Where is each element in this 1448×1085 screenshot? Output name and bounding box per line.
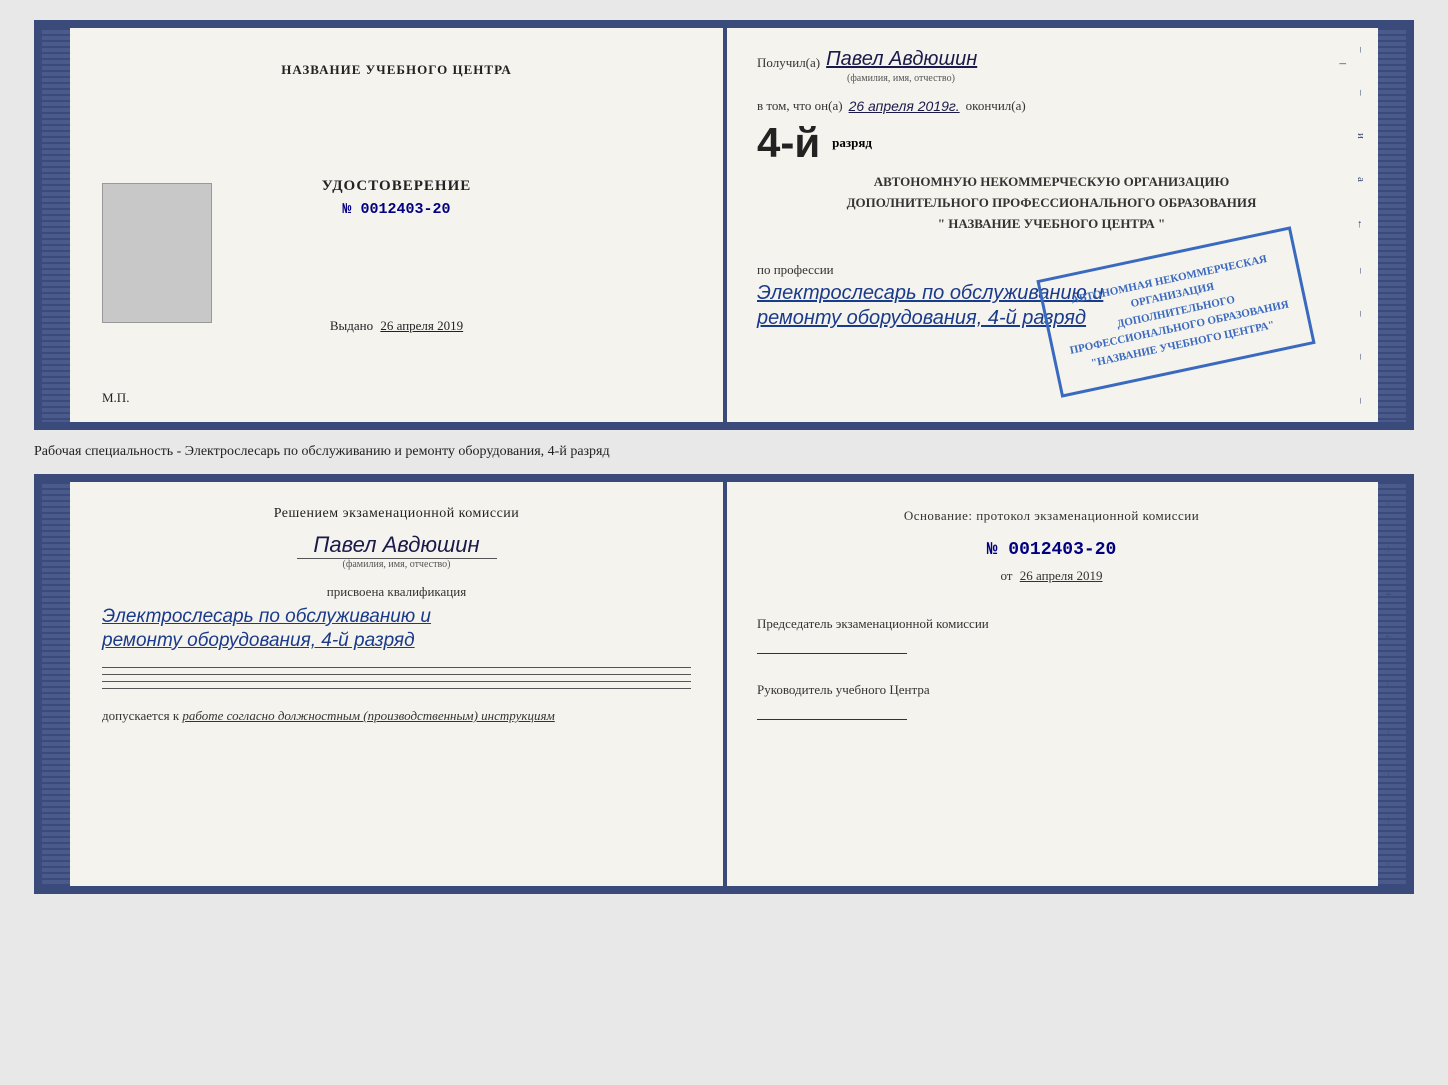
osnov-number: № 0012403-20 — [757, 540, 1346, 560]
recipient-name-bottom: Павел Авдюшин — [102, 532, 691, 558]
right-bars-bottom: – – и а ← – – – – — [1380, 482, 1398, 886]
komissia-title: Решением экзаменационной комиссии — [102, 506, 691, 522]
right-bars-top: – – и а ← – – – – — [1352, 28, 1370, 422]
osnovanie-label: Основание: протокол экзаменационной коми… — [757, 506, 1346, 526]
rukovoditel-block: Руководитель учебного Центра — [757, 682, 1346, 732]
rank-number: 4-й — [757, 122, 820, 164]
doc-number-top: № 0012403-20 — [322, 201, 472, 218]
org-line1: АВТОНОМНУЮ НЕКОММЕРЧЕСКУЮ ОРГАНИЗАЦИЮ — [757, 172, 1346, 193]
rank-org-block: 4-й разряд АВТОНОМНУЮ НЕКОММЕРЧЕСКУЮ ОРГ… — [757, 122, 1346, 242]
document-container: НАЗВАНИЕ УЧЕБНОГО ЦЕНТРА УДОСТОВЕРЕНИЕ №… — [34, 20, 1414, 894]
org-line2: ДОПОЛНИТЕЛЬНОГО ПРОФЕССИОНАЛЬНОГО ОБРАЗО… — [757, 193, 1346, 214]
top-right-panel: Получил(а) Павел Авдюшин – (фамилия, имя… — [725, 28, 1378, 422]
profession-line2-top: ремонту оборудования, 4-й разряд — [757, 307, 1346, 330]
spine-right — [1378, 28, 1406, 422]
dopuskaetsya-block: допускается к работе согласно должностны… — [102, 708, 691, 724]
predsedatel-label: Председатель экзаменационной комиссии — [757, 616, 1346, 632]
blank-line-3 — [102, 681, 691, 682]
top-document: НАЗВАНИЕ УЧЕБНОГО ЦЕНТРА УДОСТОВЕРЕНИЕ №… — [34, 20, 1414, 430]
org-line3: " НАЗВАНИЕ УЧЕБНОГО ЦЕНТРА " — [757, 214, 1346, 235]
bottom-document: Решением экзаменационной комиссии Павел … — [34, 474, 1414, 894]
photo-placeholder — [102, 183, 212, 323]
blank-line-4 — [102, 688, 691, 689]
ot-date: 26 апреля 2019 — [1020, 568, 1103, 583]
name-sublabel-top: (фамилия, имя, отчество) — [847, 73, 1346, 84]
profession-line1-top: Электрослесарь по обслуживанию и — [757, 282, 1346, 305]
left-content: НАЗВАНИЕ УЧЕБНОГО ЦЕНТРА УДОСТОВЕРЕНИЕ №… — [102, 62, 691, 334]
okoncil-label: окончил(а) — [966, 98, 1026, 114]
rank-suffix: разряд — [832, 135, 872, 151]
bottom-name-block: Павел Авдюшин (фамилия, имя, отчество) — [102, 532, 691, 570]
middle-text: Рабочая специальность - Электрослесарь п… — [34, 440, 1414, 464]
bottom-left-panel: Решением экзаменационной комиссии Павел … — [70, 482, 725, 886]
bottom-right-panel: Основание: протокол экзаменационной коми… — [725, 482, 1378, 886]
qualification-line1: Электрослесарь по обслуживанию и — [102, 606, 691, 628]
poluchil-prefix: Получил(а) — [757, 55, 820, 71]
blank-line-1 — [102, 667, 691, 668]
rukovoditel-label: Руководитель учебного Центра — [757, 682, 1346, 698]
predsedatel-signature-line — [757, 636, 907, 654]
spine-left-bottom — [42, 482, 70, 886]
recipient-name-top: Павел Авдюшин — [826, 48, 977, 71]
ot-line: от 26 апреля 2019 — [757, 568, 1346, 584]
mp-label: М.П. — [102, 390, 129, 406]
vtom-date: 26 апреля 2019г. — [849, 98, 960, 114]
spine-left — [42, 28, 70, 422]
top-left-panel: НАЗВАНИЕ УЧЕБНОГО ЦЕНТРА УДОСТОВЕРЕНИЕ №… — [70, 28, 725, 422]
qualification-line2: ремонту оборудования, 4-й разряд — [102, 630, 691, 652]
vydano-line: Выдано 26 апреля 2019 — [330, 318, 463, 334]
po-professii-label: по профессии — [757, 262, 1346, 278]
vydano-date: 26 апреля 2019 — [380, 318, 463, 333]
rukovoditel-signature-line — [757, 702, 907, 720]
dopuskaetsya-prefix: допускается к — [102, 708, 179, 723]
vtom-line: в том, что он(а) 26 апреля 2019г. окончи… — [757, 98, 1346, 114]
dopuskaetsya-text: работе согласно должностным (производств… — [182, 708, 554, 723]
blank-line-2 — [102, 674, 691, 675]
org-block: АВТОНОМНУЮ НЕКОММЕРЧЕСКУЮ ОРГАНИЗАЦИЮ ДО… — [757, 172, 1346, 234]
udostoverenie-label: УДОСТОВЕРЕНИЕ — [322, 178, 472, 195]
predsedatel-block: Председатель экзаменационной комиссии — [757, 616, 1346, 666]
vydano-label: Выдано — [330, 318, 373, 333]
prisvoena-label: присвоена квалификация — [102, 584, 691, 600]
vtom-prefix: в том, что он(а) — [757, 98, 843, 114]
name-sublabel-bottom: (фамилия, имя, отчество) — [102, 559, 691, 570]
poluchil-line: Получил(а) Павел Авдюшин – — [757, 48, 1346, 71]
learning-center-title: НАЗВАНИЕ УЧЕБНОГО ЦЕНТРА — [281, 62, 512, 78]
ot-prefix: от — [1000, 568, 1012, 583]
